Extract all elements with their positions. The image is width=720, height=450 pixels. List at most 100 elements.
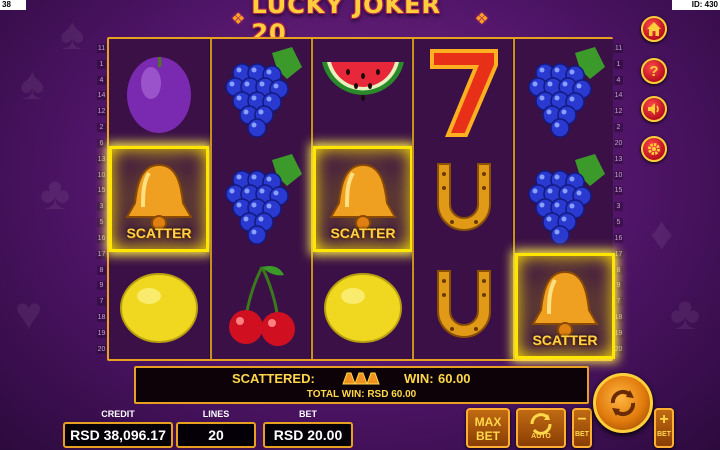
payline-indicator: 4 bbox=[614, 75, 623, 85]
game-id: ID: 430 bbox=[672, 0, 720, 10]
watermelon-icon bbox=[322, 62, 404, 101]
speaker-icon bbox=[648, 103, 659, 115]
reel-symbol-grapes bbox=[212, 146, 312, 252]
lines-value[interactable]: 20 bbox=[176, 422, 256, 448]
game-logo: ❖ LUCKY JOKER 20 ❖ bbox=[225, 0, 495, 47]
payline-indicator: 8 bbox=[97, 265, 106, 275]
logo-deco-right-icon: ❖ bbox=[474, 11, 489, 28]
reel-symbol-horseshoe bbox=[414, 146, 514, 252]
bg-diamond-icon: ♦ bbox=[650, 207, 674, 259]
credit-label: CREDIT bbox=[101, 409, 135, 419]
payline-indicator: 4 bbox=[97, 75, 106, 85]
payline-indicators-right: 11 1 4 14 12 2 20 13 10 15 3 5 16 17 8 9 7 18 19 20 bbox=[614, 44, 623, 354]
payline-indicator: 3 bbox=[97, 202, 106, 212]
gear-icon bbox=[648, 143, 660, 155]
payline-indicator: 6 bbox=[97, 138, 106, 148]
payline-indicator: 11 bbox=[97, 44, 106, 53]
lines-label: LINES bbox=[202, 409, 230, 419]
reel-symbol-horseshoe bbox=[414, 253, 514, 359]
payline-indicator: 12 bbox=[614, 107, 623, 117]
reel-symbol-grapes bbox=[515, 146, 615, 252]
payline-indicator: 13 bbox=[614, 154, 623, 164]
reel-symbol-lemon bbox=[109, 253, 209, 359]
grapes-icon bbox=[225, 46, 302, 138]
settings-button[interactable] bbox=[641, 136, 667, 162]
reel-symbol-watermelon bbox=[313, 39, 413, 145]
sound-button[interactable] bbox=[641, 96, 667, 122]
horseshoe-icon bbox=[437, 270, 491, 338]
payline-indicator: 8 bbox=[614, 265, 623, 275]
auto-button[interactable]: AUTO bbox=[516, 408, 566, 448]
payline-indicator: 3 bbox=[614, 202, 623, 212]
payline-indicator: 10 bbox=[614, 170, 623, 180]
bet-plus-button[interactable]: + BET bbox=[654, 408, 674, 448]
reel-symbol-cherries bbox=[212, 253, 312, 359]
payline-indicator: 14 bbox=[614, 91, 623, 101]
seven-icon bbox=[430, 48, 498, 137]
payline-indicator: 12 bbox=[97, 107, 106, 117]
reel-symbol-grapes bbox=[212, 39, 312, 145]
scatter-mini-bell-icon bbox=[341, 370, 383, 389]
max-bet-line1: MAX bbox=[474, 415, 502, 429]
cherries-icon bbox=[229, 266, 295, 346]
reel-4 bbox=[412, 39, 512, 359]
lemon-icon bbox=[119, 273, 198, 343]
bg-heart-icon: ♥ bbox=[15, 287, 43, 339]
bet-value[interactable]: RSD 20.00 bbox=[263, 422, 353, 448]
payline-indicator: 1 bbox=[614, 59, 623, 69]
logo-deco-left-icon: ❖ bbox=[231, 11, 246, 28]
reel-symbol-seven bbox=[414, 39, 514, 145]
payline-indicator: 20 bbox=[614, 138, 623, 148]
credit-value: RSD 38,096.17 bbox=[63, 422, 173, 448]
payline-indicator: 15 bbox=[97, 186, 106, 196]
bet-label: BET bbox=[299, 409, 317, 419]
bet-plus-label: BET bbox=[657, 431, 671, 438]
payline-indicator: 1 bbox=[97, 59, 106, 69]
spin-button[interactable] bbox=[593, 373, 653, 433]
payline-indicator: 7 bbox=[614, 297, 623, 307]
payline-indicator: 11 bbox=[614, 44, 623, 53]
scatter-label: SCATTER bbox=[330, 225, 396, 241]
bet-minus-label: BET bbox=[575, 431, 589, 438]
payline-indicator: 16 bbox=[97, 233, 106, 243]
reel-symbol-bell-scatter: SCATTER bbox=[515, 253, 615, 359]
bg-club-icon: ♣ bbox=[40, 167, 71, 219]
spin-arrows-icon bbox=[610, 389, 636, 417]
total-win: TOTAL WIN: RSD 60.00 bbox=[306, 389, 417, 400]
payline-indicator: 19 bbox=[614, 328, 623, 338]
help-button[interactable]: ? bbox=[641, 58, 667, 84]
payline-indicator: 9 bbox=[614, 281, 623, 291]
reel-symbol-bell-scatter: SCATTER bbox=[313, 146, 413, 252]
payline-indicator: 13 bbox=[97, 154, 106, 164]
payline-indicator: 15 bbox=[614, 186, 623, 196]
reel-symbol-grapes bbox=[515, 39, 615, 145]
payline-indicator: 20 bbox=[97, 344, 106, 354]
home-button[interactable] bbox=[641, 16, 667, 42]
reel-2 bbox=[210, 39, 310, 359]
auto-label: AUTO bbox=[531, 433, 551, 440]
reel-symbol-bell-scatter: SCATTER bbox=[109, 146, 209, 252]
help-icon: ? bbox=[649, 62, 659, 80]
payline-indicator: 10 bbox=[97, 170, 106, 180]
payline-indicator: 19 bbox=[97, 328, 106, 338]
scatter-label: SCATTER bbox=[532, 332, 598, 348]
win-value: 60.00 bbox=[438, 371, 471, 386]
plum-icon bbox=[127, 56, 191, 133]
horseshoe-icon bbox=[437, 163, 491, 231]
minus-icon: − bbox=[577, 411, 587, 428]
payline-indicator: 14 bbox=[97, 91, 106, 101]
bet-minus-button[interactable]: − BET bbox=[572, 408, 592, 448]
reel-symbol-lemon bbox=[313, 253, 413, 359]
payline-indicator: 20 bbox=[614, 344, 623, 354]
reel-5: SCATTER bbox=[513, 39, 615, 359]
bg-club-icon: ♣ bbox=[670, 287, 701, 339]
reel-symbol-plum bbox=[109, 39, 209, 145]
payline-indicator: 18 bbox=[614, 313, 623, 323]
max-bet-button[interactable]: MAX BET bbox=[466, 408, 510, 448]
payline-indicator: 18 bbox=[97, 313, 106, 323]
bg-spade-icon: ♠ bbox=[60, 7, 85, 59]
bg-spade-icon: ♠ bbox=[20, 57, 45, 109]
grapes-icon bbox=[225, 153, 302, 245]
reel-3: SCATTER bbox=[311, 39, 413, 359]
grapes-icon bbox=[528, 46, 605, 138]
